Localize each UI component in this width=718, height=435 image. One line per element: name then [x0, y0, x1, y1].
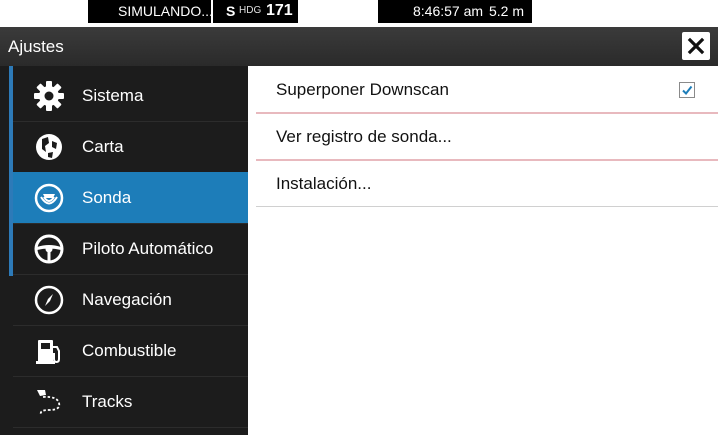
- window-title: Ajustes: [8, 37, 64, 56]
- sidebar-item-navegacion[interactable]: Navegación: [13, 274, 248, 326]
- close-button[interactable]: [682, 32, 710, 60]
- steering-wheel-icon: [32, 232, 66, 266]
- sidebar-item-label: Navegación: [82, 289, 172, 309]
- superponer-downscan-checkbox[interactable]: [679, 82, 695, 98]
- sidebar-item-label: Tracks: [82, 391, 133, 411]
- row-label: Ver registro de sonda...: [276, 126, 452, 146]
- row-label: Instalación...: [276, 173, 372, 193]
- sidebar-item-label: Piloto Automático: [82, 238, 214, 258]
- title-bar: Ajustes: [0, 27, 718, 66]
- sidebar-item-sistema[interactable]: Sistema: [13, 70, 248, 122]
- gear-icon: [32, 79, 66, 113]
- settings-content: Superponer Downscan Ver registro de sond…: [256, 66, 718, 435]
- depth-value: 5.2 m: [489, 3, 525, 19]
- tracks-icon: [32, 385, 66, 419]
- heading-value: 171: [266, 2, 293, 19]
- sidebar-item-label: Carta: [82, 136, 124, 156]
- close-icon: [687, 37, 705, 55]
- heading-label: HDG: [239, 5, 262, 16]
- sidebar-item-tracks[interactable]: Tracks: [13, 376, 248, 428]
- sidebar-item-carta[interactable]: Carta: [13, 121, 248, 173]
- row-superponer-downscan[interactable]: Superponer Downscan: [256, 67, 718, 114]
- sidebar-item-piloto-automatico[interactable]: Piloto Automático: [13, 223, 248, 275]
- sonar-icon: [32, 181, 66, 215]
- row-instalacion[interactable]: Instalación...: [256, 161, 718, 207]
- settings-sidebar: Sistema Carta Sonda Piloto Automático Na…: [0, 66, 248, 435]
- row-ver-registro-sonda[interactable]: Ver registro de sonda...: [256, 114, 718, 161]
- fuel-pump-icon: [32, 334, 66, 368]
- compass-icon: [32, 283, 66, 317]
- heading-prefix: S: [226, 3, 236, 19]
- sidebar-item-label: Sistema: [82, 85, 144, 105]
- sidebar-item-combustible[interactable]: Combustible: [13, 325, 248, 377]
- simulating-text: SIMULANDO...: [118, 3, 213, 19]
- sidebar-item-label: Sonda: [82, 187, 132, 207]
- chart-globe-icon: [32, 130, 66, 164]
- checkmark-icon: [682, 85, 693, 96]
- heading-unit: °M: [298, 4, 310, 14]
- row-label: Superponer Downscan: [276, 79, 449, 99]
- status-bar: SIMULANDO... S HDG 171 °M 8:46:57 am 5.2…: [0, 0, 718, 28]
- sidebar-item-label: Combustible: [82, 340, 177, 360]
- clock-time: 8:46:57 am: [413, 3, 484, 19]
- sidebar-item-sonda[interactable]: Sonda: [13, 172, 248, 224]
